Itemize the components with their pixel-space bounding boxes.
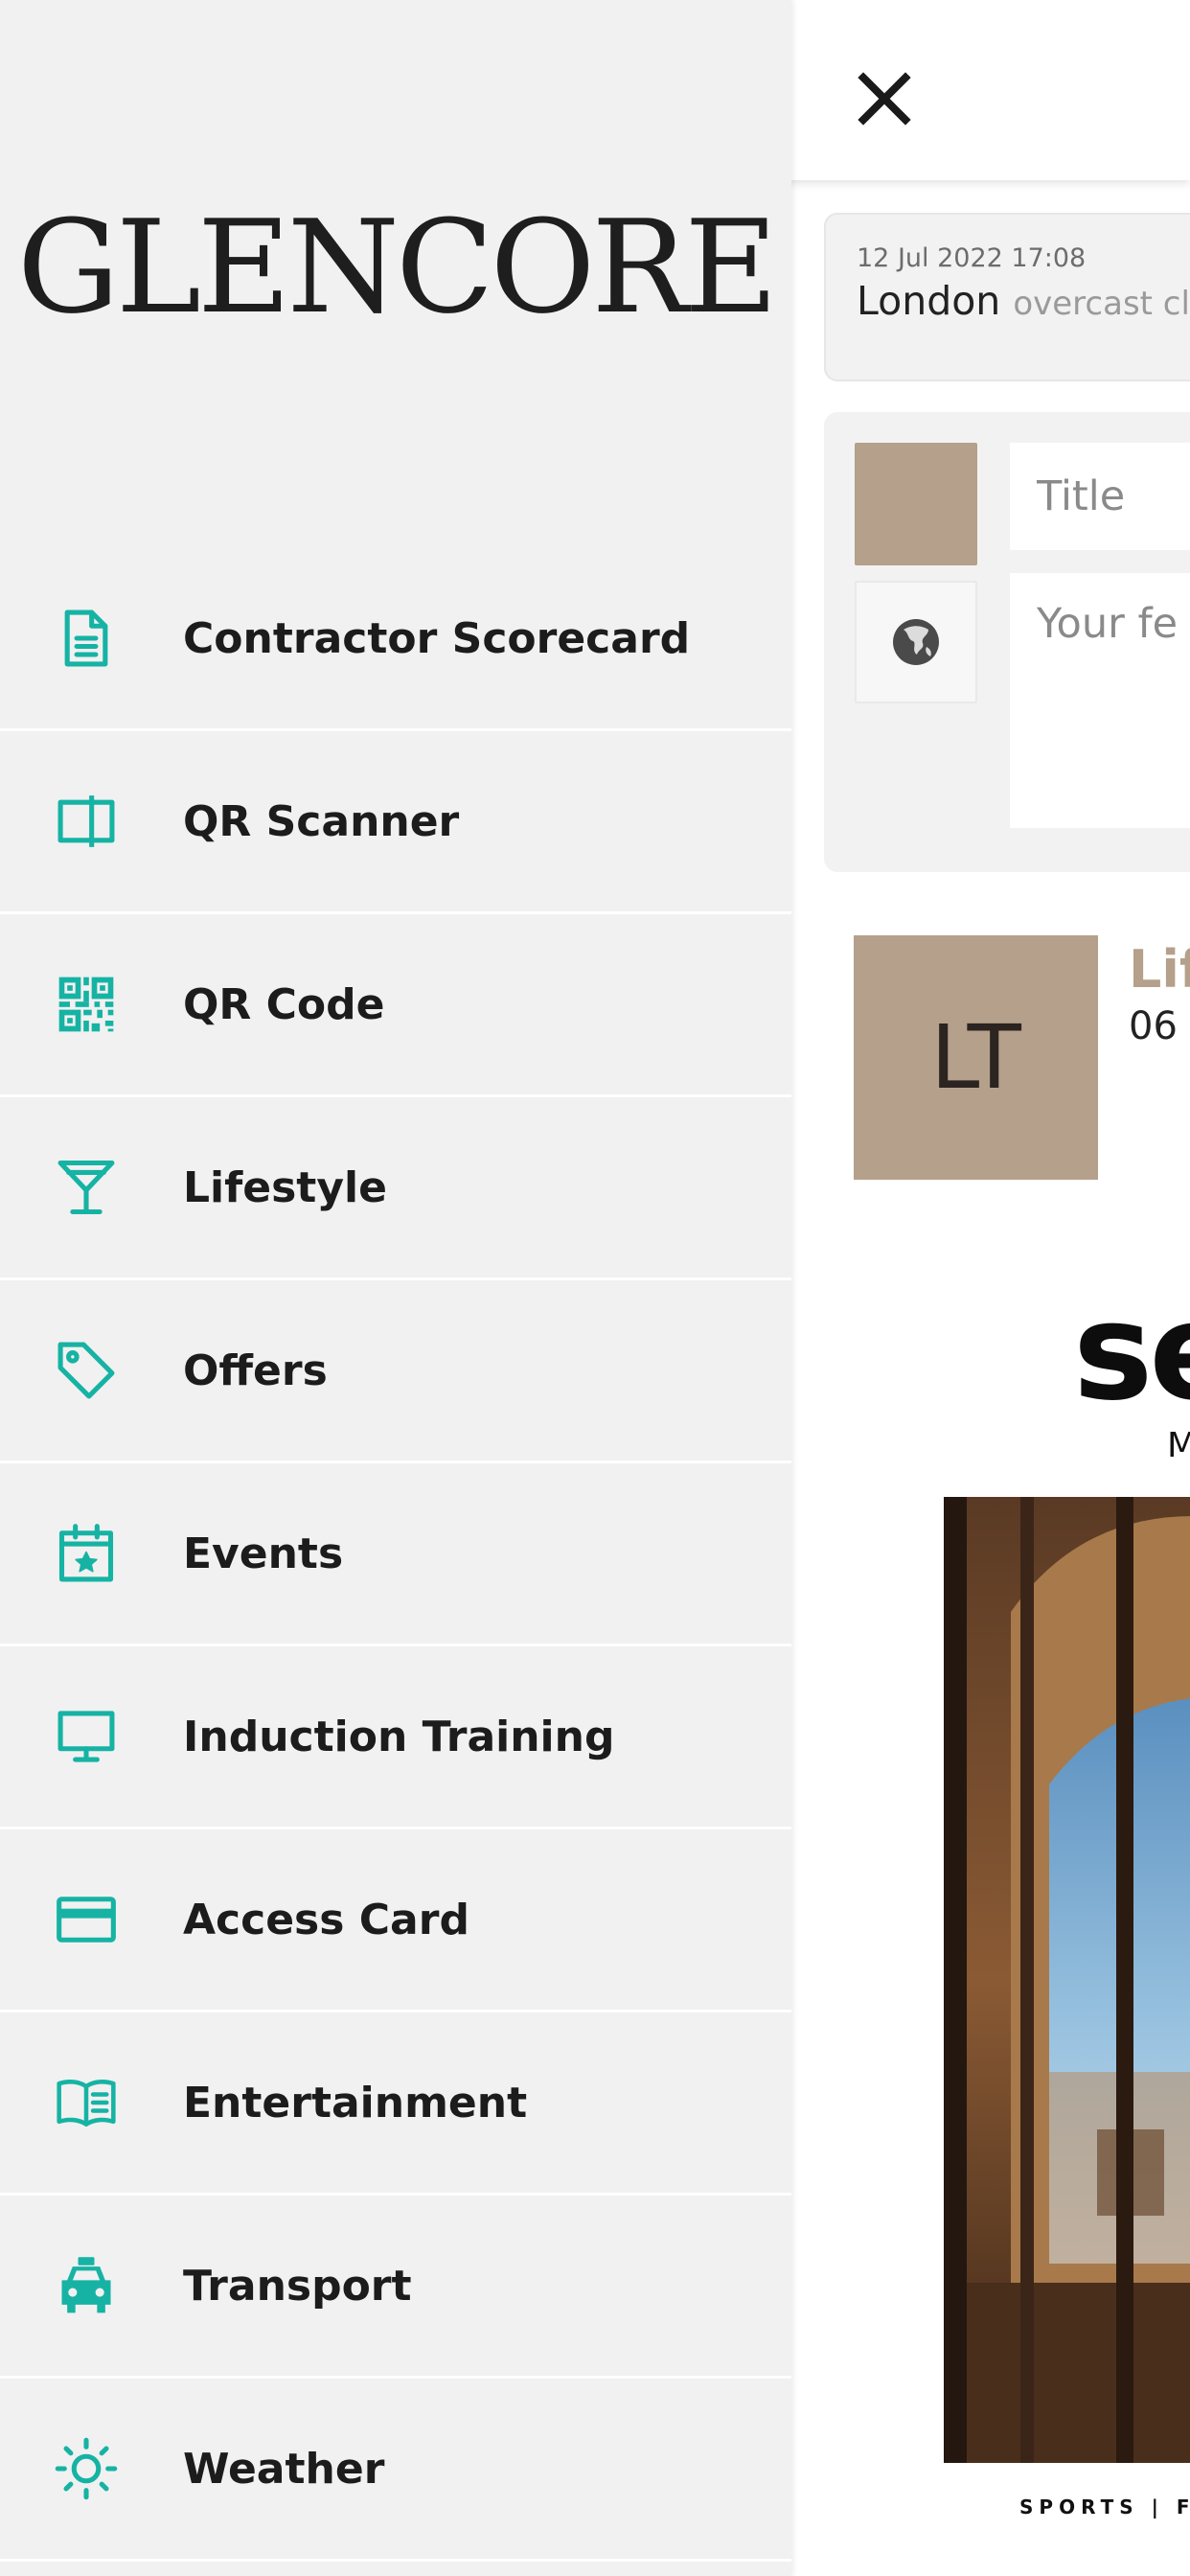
close-button[interactable]	[841, 56, 927, 142]
post-form	[824, 412, 1190, 872]
monitor-icon	[48, 1698, 125, 1775]
side-drawer: GLENCORE Contractor Scorecard QR Scanner	[0, 0, 791, 2576]
drawer-menu: Contractor Scorecard QR Scanner QR Code …	[0, 548, 791, 2562]
news-date: 06	[1129, 1004, 1178, 1048]
menu-label: Lifestyle	[183, 1162, 387, 1212]
taxi-icon	[48, 2247, 125, 2324]
menu-label: Access Card	[183, 1895, 469, 1944]
calendar-star-icon	[48, 1515, 125, 1592]
menu-item-access-card[interactable]: Access Card	[0, 1829, 791, 2012]
menu-item-transport[interactable]: Transport	[0, 2196, 791, 2379]
weather-condition: overcast cl	[1013, 285, 1190, 323]
magazine-title: se	[1073, 1275, 1190, 1431]
cocktail-icon	[48, 1149, 125, 1226]
news-title[interactable]: Lif	[1129, 939, 1190, 1000]
menu-item-contractor-scorecard[interactable]: Contractor Scorecard	[0, 548, 791, 731]
menu-label: QR Code	[183, 979, 385, 1029]
feed-input[interactable]	[1010, 573, 1190, 828]
logo: GLENCORE	[16, 193, 778, 342]
credit-card-icon	[48, 1881, 125, 1958]
magazine-footer: SPORTS | F	[1019, 2496, 1190, 2518]
menu-label: Offers	[183, 1346, 328, 1395]
close-icon	[858, 72, 911, 126]
menu-item-qr-code[interactable]: QR Code	[0, 914, 791, 1097]
document-icon	[48, 600, 125, 677]
weather-location-line: London overcast cl	[857, 278, 1190, 324]
menu-item-qr-scanner[interactable]: QR Scanner	[0, 731, 791, 914]
weather-card: 12 Jul 2022 17:08 London overcast cl	[824, 213, 1190, 381]
avatar	[855, 443, 977, 565]
book-icon	[48, 2064, 125, 2141]
menu-label: Entertainment	[183, 2078, 528, 2128]
menu-label: Events	[183, 1529, 344, 1578]
magazine-photo[interactable]	[944, 1497, 1190, 2463]
weather-location: London	[857, 278, 1001, 324]
menu-label: Weather	[183, 2444, 385, 2494]
menu-item-offers[interactable]: Offers	[0, 1280, 791, 1463]
menu-item-entertainment[interactable]: Entertainment	[0, 2012, 791, 2196]
globe-icon	[893, 619, 939, 665]
menu-item-lifestyle[interactable]: Lifestyle	[0, 1097, 791, 1280]
qr-code-icon	[48, 966, 125, 1043]
title-input[interactable]	[1010, 443, 1190, 550]
menu-label: Transport	[183, 2261, 412, 2311]
qr-scanner-icon	[48, 783, 125, 860]
menu-item-weather[interactable]: Weather	[0, 2379, 791, 2562]
visibility-button[interactable]	[855, 581, 977, 703]
magazine-subtitle: M	[1167, 1426, 1190, 1465]
menu-label: QR Scanner	[183, 796, 460, 846]
menu-label: Induction Training	[183, 1712, 615, 1761]
menu-label: Contractor Scorecard	[183, 613, 691, 663]
menu-item-events[interactable]: Events	[0, 1463, 791, 1646]
menu-item-induction-training[interactable]: Induction Training	[0, 1646, 791, 1829]
weather-datetime: 12 Jul 2022 17:08	[857, 243, 1087, 273]
sun-icon	[48, 2430, 125, 2507]
tag-icon	[48, 1332, 125, 1409]
news-avatar: LT	[854, 935, 1098, 1180]
